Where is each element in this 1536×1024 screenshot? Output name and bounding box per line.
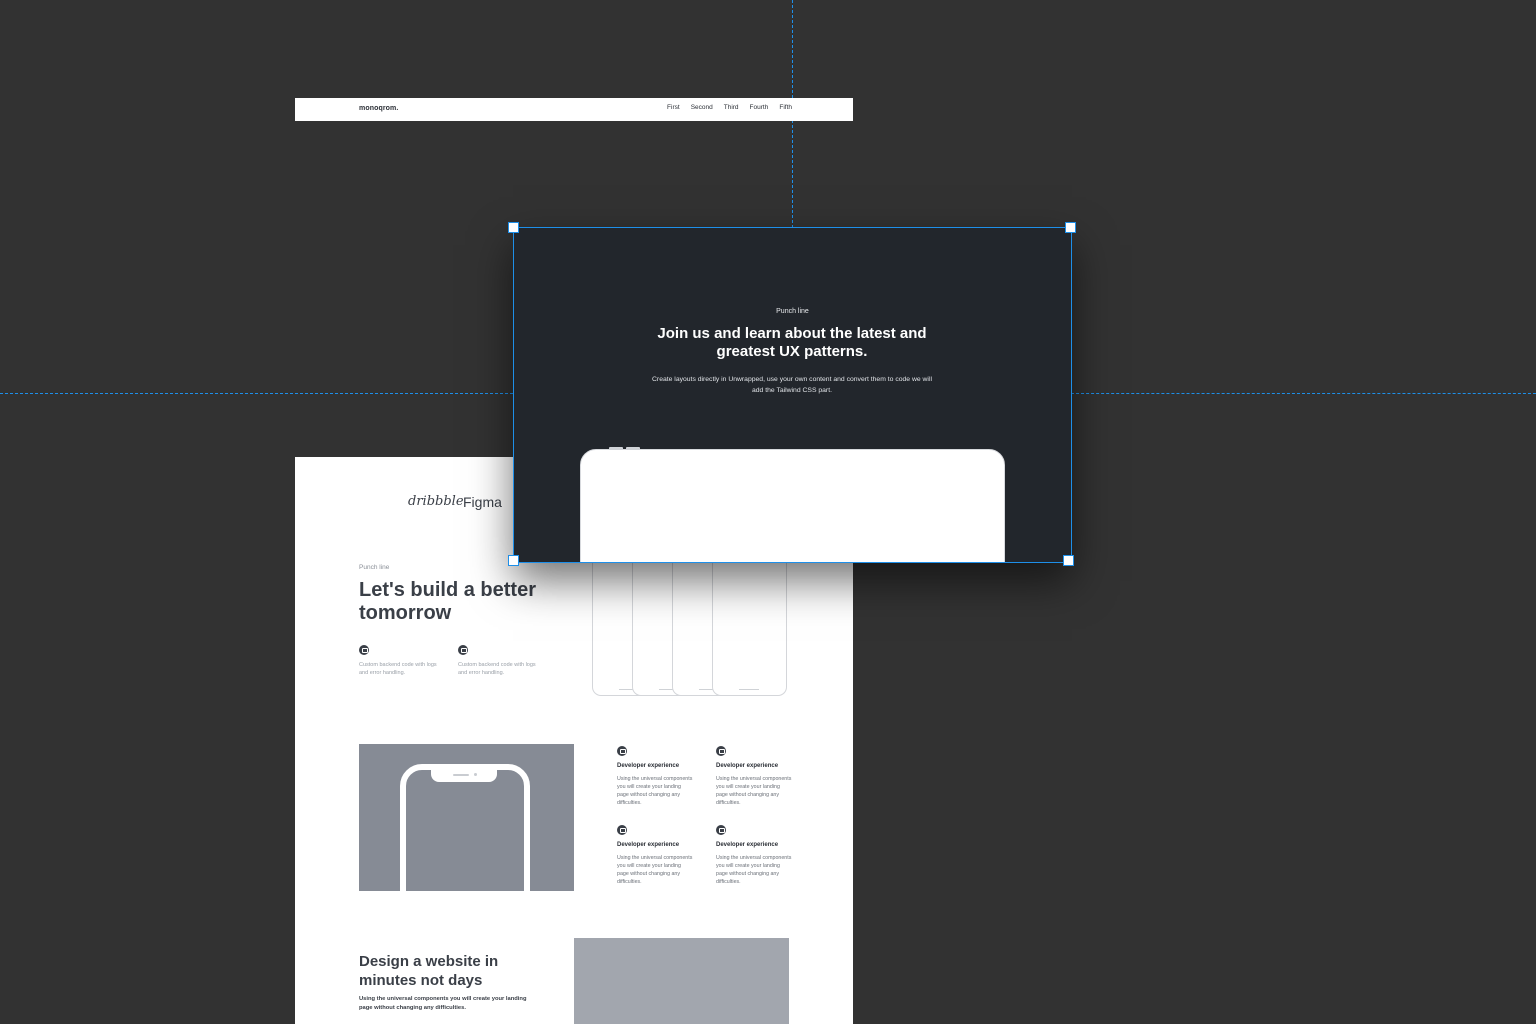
section-kicker: Punch line bbox=[776, 308, 809, 315]
feature-text: Using the universal components you will … bbox=[617, 776, 693, 806]
design-title: Design a website in minutes not days bbox=[359, 953, 499, 989]
mail-icon bbox=[716, 825, 726, 835]
mail-icon bbox=[617, 746, 627, 756]
feature-title: Developer experience bbox=[716, 763, 779, 769]
section-text: Create layouts directly in Unwrapped, us… bbox=[652, 376, 932, 394]
resize-handle-bottom-right[interactable] bbox=[1063, 555, 1074, 566]
hero-feature-text: Custom backend code with logs and error … bbox=[359, 662, 437, 676]
figma-logo: Figma bbox=[463, 494, 502, 510]
tablet-mockup bbox=[580, 447, 1005, 562]
hero-kicker: Punch line bbox=[359, 564, 390, 571]
feature-title: Developer experience bbox=[617, 763, 680, 769]
mail-icon bbox=[359, 645, 369, 655]
feature-title: Developer experience bbox=[617, 842, 680, 848]
phone-notch bbox=[431, 769, 497, 782]
design-text: Using the universal components you will … bbox=[359, 996, 527, 1011]
resize-handle-bottom-left[interactable] bbox=[508, 555, 519, 566]
hero-feature-text: Custom backend code with logs and error … bbox=[458, 662, 536, 676]
hero-title: Let's build a better tomorrow bbox=[359, 579, 537, 624]
horizontal-guide-line-right bbox=[1071, 393, 1536, 394]
image-placeholder bbox=[574, 938, 789, 1024]
nav-links: First Second Third Fourth Fifth bbox=[667, 104, 792, 111]
mail-icon bbox=[617, 825, 627, 835]
nav-link-fourth[interactable]: Fourth bbox=[750, 104, 769, 111]
feature-item: Developer experience Using the universal… bbox=[617, 746, 693, 807]
phone-outlines bbox=[588, 557, 798, 699]
phone-outline bbox=[712, 557, 787, 696]
nav-link-first[interactable]: First bbox=[667, 104, 680, 111]
dribbble-logo: dribbble bbox=[408, 494, 464, 509]
nav-link-fifth[interactable]: Fifth bbox=[779, 104, 792, 111]
feature-item: Developer experience Using the universal… bbox=[716, 825, 792, 886]
feature-item: Developer experience Using the universal… bbox=[716, 746, 792, 807]
horizontal-guide-line-left bbox=[0, 393, 513, 394]
feature-text: Using the universal components you will … bbox=[716, 776, 792, 806]
feature-item: Developer experience Using the universal… bbox=[617, 825, 693, 886]
phone-image bbox=[359, 744, 574, 891]
mail-icon bbox=[716, 746, 726, 756]
nav-link-second[interactable]: Second bbox=[691, 104, 713, 111]
selected-section[interactable]: Punch line Join us and learn about the l… bbox=[513, 227, 1072, 563]
resize-handle-top-right[interactable] bbox=[1065, 222, 1076, 233]
navbar-frame[interactable]: monoqrom. First Second Third Fourth Fift… bbox=[295, 98, 853, 121]
phone-mockup bbox=[400, 764, 530, 891]
resize-handle-top-left[interactable] bbox=[508, 222, 519, 233]
feature-text: Using the universal components you will … bbox=[716, 855, 792, 885]
nav-link-third[interactable]: Third bbox=[724, 104, 739, 111]
mail-icon bbox=[458, 645, 468, 655]
section-title: Join us and learn about the latest and g… bbox=[657, 325, 927, 360]
feature-text: Using the universal components you will … bbox=[617, 855, 693, 885]
logo: monoqrom. bbox=[359, 105, 399, 112]
feature-title: Developer experience bbox=[716, 842, 779, 848]
